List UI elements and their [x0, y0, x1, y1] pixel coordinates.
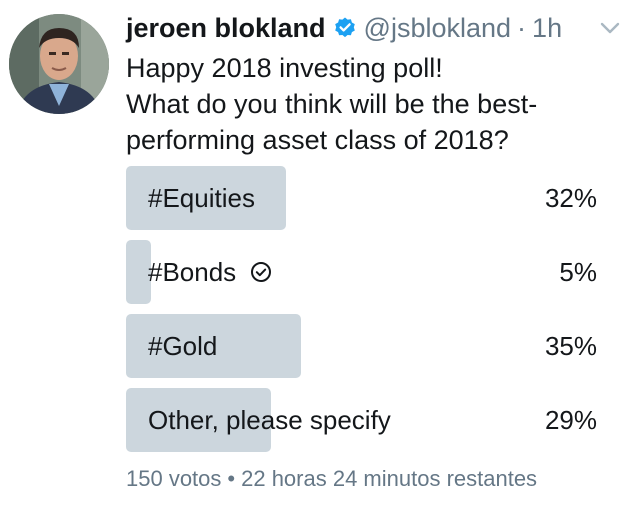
- poll-option-label: #Equities: [148, 182, 255, 213]
- poll: #Equities 32% #Bonds 5% #Gold 35% Other,…: [126, 166, 611, 462]
- poll-option-percent: 5%: [559, 256, 597, 287]
- poll-option-label: Other, please specify: [148, 404, 391, 435]
- chevron-down-icon[interactable]: [598, 18, 622, 38]
- poll-option-percent: 29%: [544, 404, 597, 435]
- header-separator: ·: [517, 12, 527, 43]
- poll-option-gold[interactable]: #Gold 35%: [126, 314, 611, 378]
- author-name[interactable]: jeroen blokland: [126, 13, 326, 44]
- tweet-text-line: Happy 2018 investing poll!: [126, 53, 443, 83]
- footer-separator: •: [227, 466, 236, 491]
- poll-option-label: #Gold: [148, 330, 218, 361]
- tweet-text-line: What do you think will be the best-: [126, 89, 538, 119]
- tweet-text-line: performing asset class of 2018?: [126, 125, 509, 155]
- author-handle[interactable]: @jsblokland: [364, 13, 512, 44]
- poll-footer: 150 votos • 22 horas 24 minutos restantes: [126, 466, 537, 492]
- tweet-text: Happy 2018 investing poll! What do you t…: [126, 50, 626, 158]
- poll-option-bonds[interactable]: #Bonds 5%: [126, 240, 611, 304]
- verified-badge-icon: [333, 16, 357, 40]
- avatar-photo: [9, 14, 109, 114]
- poll-option-percent: 35%: [544, 330, 597, 361]
- tweet-header: jeroen blokland @jsblokland · 1h: [126, 8, 620, 48]
- poll-option-percent: 32%: [544, 182, 597, 213]
- poll-option-other[interactable]: Other, please specify 29%: [126, 388, 611, 452]
- tweet-timestamp[interactable]: 1h: [532, 13, 562, 44]
- poll-vote-count: 150 votos: [126, 466, 222, 491]
- check-circle-icon: [250, 261, 272, 283]
- avatar[interactable]: [9, 14, 109, 114]
- poll-time-remaining: 22 horas 24 minutos restantes: [241, 466, 538, 491]
- poll-option-label: #Bonds: [148, 240, 272, 304]
- poll-option-equities[interactable]: #Equities 32%: [126, 166, 611, 230]
